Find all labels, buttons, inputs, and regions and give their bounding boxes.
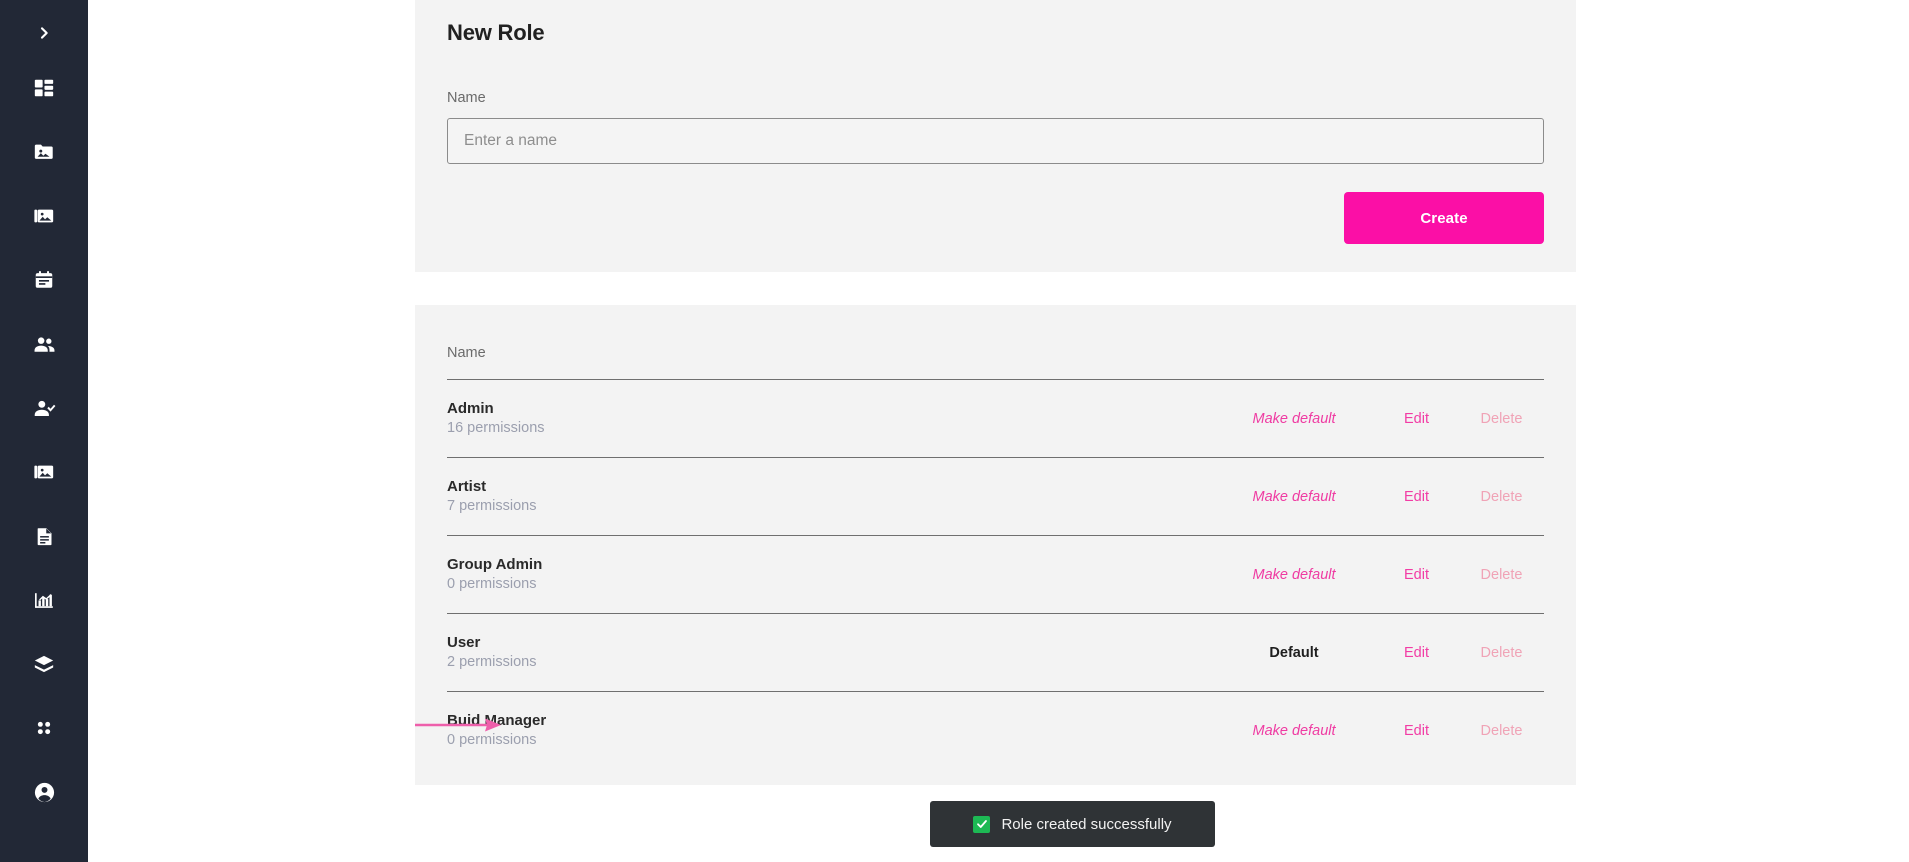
row-info: User 2 permissions bbox=[447, 633, 1214, 673]
edit-link[interactable]: Edit bbox=[1374, 489, 1459, 505]
create-role-button[interactable]: Create bbox=[1344, 192, 1544, 244]
table-row[interactable]: Group Admin 0 permissions Make default E… bbox=[447, 535, 1544, 613]
check-square-icon bbox=[973, 815, 991, 833]
sidebar-item-documents[interactable] bbox=[0, 504, 88, 568]
calendar-icon bbox=[33, 269, 55, 291]
table-row[interactable]: Admin 16 permissions Make default Edit D… bbox=[447, 379, 1544, 457]
document-icon bbox=[34, 526, 55, 547]
role-permissions-count: 16 permissions bbox=[447, 419, 545, 436]
sidebar bbox=[0, 0, 88, 862]
role-permissions-count: 2 permissions bbox=[447, 653, 537, 670]
row-actions: Default Edit Delete bbox=[1214, 645, 1544, 661]
row-info: Buid Manager 0 permissions bbox=[447, 711, 1214, 751]
make-default-link[interactable]: Make default bbox=[1214, 489, 1374, 505]
role-permissions-count: 7 permissions bbox=[447, 497, 537, 514]
toast-notification: Role created successfully bbox=[930, 801, 1215, 847]
photo-library-icon bbox=[33, 461, 55, 483]
row-actions: Make default Edit Delete bbox=[1214, 567, 1544, 583]
make-default-link[interactable]: Make default bbox=[1214, 567, 1374, 583]
role-name: Admin bbox=[447, 399, 494, 417]
make-default-link[interactable]: Make default bbox=[1214, 411, 1374, 427]
row-actions: Make default Edit Delete bbox=[1214, 411, 1544, 427]
role-permissions-count: 0 permissions bbox=[447, 575, 537, 592]
edit-link[interactable]: Edit bbox=[1374, 567, 1459, 583]
sidebar-item-account[interactable] bbox=[0, 760, 88, 824]
app-root: New Role Name Create Name Admin 16 permi… bbox=[0, 0, 1909, 862]
edit-link[interactable]: Edit bbox=[1374, 411, 1459, 427]
default-badge: Default bbox=[1269, 644, 1319, 661]
delete-link[interactable]: Delete bbox=[1459, 411, 1544, 427]
folder-image-icon bbox=[33, 141, 55, 163]
account-circle-icon bbox=[33, 781, 56, 804]
sidebar-item-reports[interactable] bbox=[0, 568, 88, 632]
delete-link[interactable]: Delete bbox=[1459, 645, 1544, 661]
row-info: Group Admin 0 permissions bbox=[447, 555, 1214, 595]
form-actions: Create bbox=[447, 192, 1544, 244]
role-name: Buid Manager bbox=[447, 711, 547, 729]
row-info: Artist 7 permissions bbox=[447, 477, 1214, 517]
edit-link[interactable]: Edit bbox=[1374, 723, 1459, 739]
people-icon bbox=[33, 333, 56, 356]
images-icon bbox=[33, 205, 55, 227]
role-name: Group Admin bbox=[447, 555, 543, 573]
grid-dots-icon bbox=[33, 717, 55, 739]
delete-link[interactable]: Delete bbox=[1459, 723, 1544, 739]
row-actions: Make default Edit Delete bbox=[1214, 489, 1544, 505]
row-info: Admin 16 permissions bbox=[447, 399, 1214, 439]
table-row[interactable]: Buid Manager 0 permissions Make default … bbox=[447, 691, 1544, 769]
make-default-link[interactable]: Make default bbox=[1214, 723, 1374, 739]
chevron-right-icon bbox=[36, 25, 52, 41]
sidebar-item-calendar[interactable] bbox=[0, 248, 88, 312]
role-name: User bbox=[447, 633, 481, 651]
sidebar-nav-list bbox=[0, 56, 88, 824]
roles-list-panel: Name Admin 16 permissions Make default E… bbox=[415, 305, 1576, 785]
sidebar-item-apps[interactable] bbox=[0, 696, 88, 760]
edit-link[interactable]: Edit bbox=[1374, 645, 1459, 661]
dashboard-icon bbox=[33, 77, 55, 99]
sidebar-item-collections[interactable] bbox=[0, 120, 88, 184]
table-row[interactable]: User 2 permissions Default Edit Delete bbox=[447, 613, 1544, 691]
row-actions: Make default Edit Delete bbox=[1214, 723, 1544, 739]
person-check-icon bbox=[33, 397, 56, 420]
sidebar-item-packages[interactable] bbox=[0, 632, 88, 696]
role-permissions-count: 0 permissions bbox=[447, 731, 537, 748]
bar-chart-icon bbox=[33, 589, 55, 611]
page-title: New Role bbox=[447, 20, 545, 45]
main-content: New Role Name Create Name Admin 16 permi… bbox=[88, 0, 1909, 862]
role-name: Artist bbox=[447, 477, 487, 495]
sidebar-item-media[interactable] bbox=[0, 184, 88, 248]
box-icon bbox=[33, 653, 55, 675]
sidebar-item-dashboard[interactable] bbox=[0, 56, 88, 120]
table-row[interactable]: Artist 7 permissions Make default Edit D… bbox=[447, 457, 1544, 535]
roles-table-header-name: Name bbox=[447, 345, 486, 361]
name-field-label: Name bbox=[447, 90, 486, 106]
new-role-panel: New Role Name Create bbox=[415, 0, 1576, 272]
sidebar-item-users[interactable] bbox=[0, 376, 88, 440]
toast-message: Role created successfully bbox=[1001, 815, 1172, 833]
sidebar-item-gallery[interactable] bbox=[0, 440, 88, 504]
sidebar-expand-button[interactable] bbox=[0, 10, 88, 56]
role-name-input[interactable] bbox=[447, 118, 1544, 164]
delete-link[interactable]: Delete bbox=[1459, 489, 1544, 505]
delete-link[interactable]: Delete bbox=[1459, 567, 1544, 583]
sidebar-item-groups[interactable] bbox=[0, 312, 88, 376]
